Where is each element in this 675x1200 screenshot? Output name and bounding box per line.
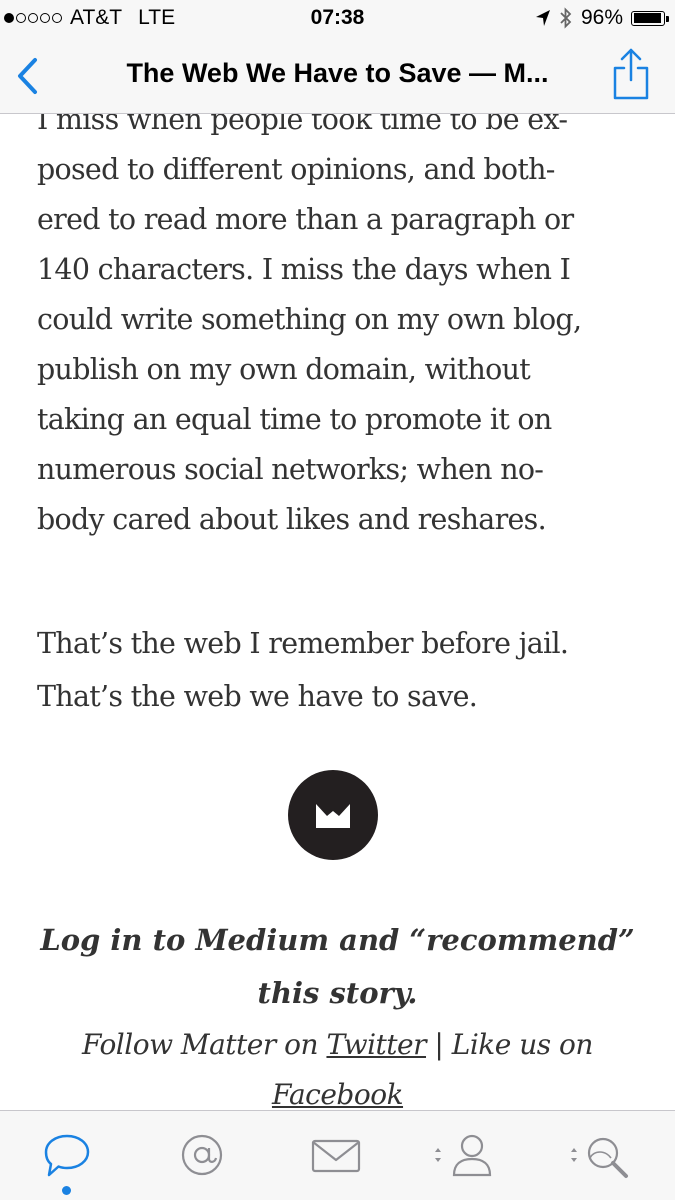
status-bar: AT&T LTE 07:38 96% <box>0 0 675 38</box>
share-icon <box>613 48 649 100</box>
navigation-bar: The Web We Have to Save — M... <box>0 38 675 114</box>
article-content: I miss when people took time to be ex- p… <box>0 114 675 1110</box>
location-arrow-icon <box>535 10 550 26</box>
recommend-line: this story. <box>257 976 418 1010</box>
paragraph-line: body cared about likes and reshares. <box>37 503 547 536</box>
battery-icon <box>631 10 669 26</box>
paragraph-line: 140 characters. I miss the days when I <box>37 253 571 286</box>
paragraph-line: That’s the web we have to save. <box>37 680 478 713</box>
follow-prompt: Follow Matter on Twitter | Like us on Fa… <box>0 1020 675 1110</box>
tab-mentions[interactable] <box>172 1131 232 1181</box>
battery-percent: 96% <box>580 6 623 29</box>
paragraph-line: publish on my own domain, without <box>37 353 531 386</box>
at-sign-icon <box>181 1134 223 1176</box>
paragraph-line: taking an equal time to promote it on <box>37 403 552 436</box>
paragraph-line: That’s the web I remember before jail. <box>37 627 569 660</box>
recommend-prompt: Log in to Medium and “recommend” this st… <box>0 914 675 1020</box>
twitter-link[interactable]: Twitter <box>326 1028 426 1061</box>
tab-search[interactable] <box>568 1131 638 1181</box>
back-button[interactable] <box>8 52 48 100</box>
follow-line: Follow Matter on Twitter | Like us on <box>0 1020 675 1070</box>
follow-line: Facebook <box>0 1070 675 1110</box>
share-button[interactable] <box>609 46 653 102</box>
bluetooth-icon <box>560 7 572 29</box>
tab-messages[interactable] <box>306 1131 366 1181</box>
battery-fill <box>633 13 662 23</box>
article-paragraph-2: That’s the web I remember before jail. T… <box>37 617 647 723</box>
tab-conversations[interactable] <box>37 1131 97 1181</box>
envelope-icon <box>311 1139 361 1173</box>
speech-bubble-icon <box>44 1134 90 1177</box>
medium-logo-icon[interactable] <box>288 770 378 860</box>
tab-bar <box>0 1110 675 1200</box>
paragraph-line: posed to different opinions, and both- <box>37 153 555 186</box>
follow-prefix: Follow Matter on <box>82 1028 327 1061</box>
active-tab-indicator <box>62 1186 71 1195</box>
follow-separator: | Like us on <box>426 1028 593 1061</box>
recommend-line: Log in to Medium and “recommend” <box>40 923 635 957</box>
article-paragraph-1: I miss when people took time to be ex- p… <box>37 114 647 545</box>
paragraph-line: could write something on my own blog, <box>37 303 582 336</box>
status-right: 96% <box>535 6 669 30</box>
facebook-link[interactable]: Facebook <box>272 1078 404 1110</box>
person-icon <box>435 1134 492 1177</box>
page-title: The Web We Have to Save — M... <box>126 58 549 88</box>
search-icon <box>571 1137 628 1178</box>
chevron-left-icon <box>18 58 37 94</box>
paragraph-line: I miss when people took time to be ex- <box>37 114 568 136</box>
paragraph-line: ered to read more than a paragraph or <box>37 203 574 236</box>
tab-profile[interactable] <box>432 1131 502 1181</box>
paragraph-line: numerous social networks; when no- <box>37 453 544 486</box>
medium-logo-glyph <box>316 804 350 828</box>
